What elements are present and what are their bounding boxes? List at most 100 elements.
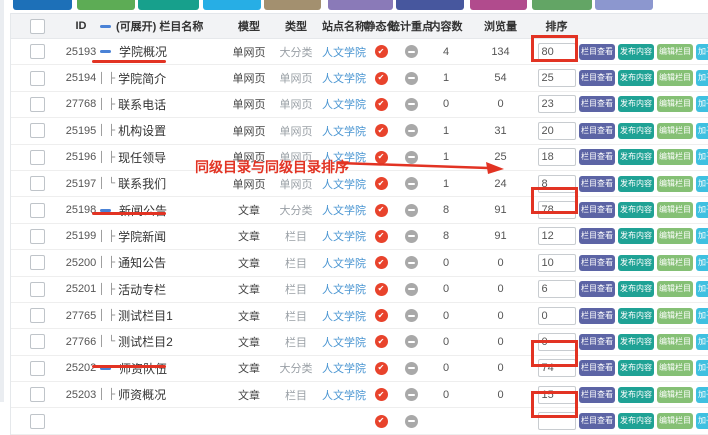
publish-content-button[interactable]: 发布内容 xyxy=(618,281,654,297)
view-column-button[interactable]: 栏目查看 xyxy=(579,334,615,350)
edit-column-button[interactable]: 编辑栏目 xyxy=(657,228,693,244)
row-checkbox[interactable] xyxy=(30,150,45,165)
publish-content-button[interactable]: 发布内容 xyxy=(618,360,654,376)
collapse-icon[interactable] xyxy=(100,367,111,370)
add-child-column-button[interactable]: 加子栏目 xyxy=(696,387,708,403)
row-checkbox[interactable] xyxy=(30,255,45,270)
sort-input[interactable] xyxy=(538,175,576,193)
view-column-button[interactable]: 栏目查看 xyxy=(579,149,615,165)
stat-focus-disabled-icon[interactable] xyxy=(405,98,418,111)
add-child-column-button[interactable]: 加子栏目 xyxy=(696,123,708,139)
row-checkbox[interactable] xyxy=(30,71,45,86)
row-site-link[interactable]: 人文学院 xyxy=(323,387,365,403)
edit-column-button[interactable]: 编辑栏目 xyxy=(657,281,693,297)
sort-input[interactable] xyxy=(538,412,576,430)
static-enabled-icon[interactable] xyxy=(375,415,388,428)
add-child-column-button[interactable]: 加子栏目 xyxy=(696,281,708,297)
stat-focus-disabled-icon[interactable] xyxy=(405,151,418,164)
view-column-button[interactable]: 栏目查看 xyxy=(579,202,615,218)
publish-content-button[interactable]: 发布内容 xyxy=(618,413,654,429)
row-site-link[interactable]: 人文学院 xyxy=(323,202,365,218)
view-column-button[interactable]: 栏目查看 xyxy=(579,413,615,429)
static-enabled-icon[interactable] xyxy=(375,98,388,111)
stat-focus-disabled-icon[interactable] xyxy=(405,256,418,269)
sort-input[interactable] xyxy=(538,254,576,272)
collapse-icon[interactable] xyxy=(100,209,111,212)
publish-content-button[interactable]: 发布内容 xyxy=(618,176,654,192)
static-enabled-icon[interactable] xyxy=(375,309,388,322)
row-site-link[interactable]: 人文学院 xyxy=(323,228,365,244)
edit-column-button[interactable]: 编辑栏目 xyxy=(657,334,693,350)
publish-content-button[interactable]: 发布内容 xyxy=(618,308,654,324)
edit-column-button[interactable]: 编辑栏目 xyxy=(657,96,693,112)
row-site-link[interactable]: 人文学院 xyxy=(323,123,365,139)
row-site-link[interactable]: 人文学院 xyxy=(323,96,365,112)
stat-focus-disabled-icon[interactable] xyxy=(405,45,418,58)
row-checkbox[interactable] xyxy=(30,361,45,376)
sort-input[interactable] xyxy=(538,95,576,113)
stat-focus-disabled-icon[interactable] xyxy=(405,124,418,137)
publish-content-button[interactable]: 发布内容 xyxy=(618,149,654,165)
add-child-column-button[interactable]: 加子栏目 xyxy=(696,228,708,244)
view-column-button[interactable]: 栏目查看 xyxy=(579,228,615,244)
sort-input[interactable] xyxy=(538,359,576,377)
add-child-column-button[interactable]: 加子栏目 xyxy=(696,70,708,86)
sort-input[interactable] xyxy=(538,333,576,351)
stat-focus-disabled-icon[interactable] xyxy=(405,335,418,348)
stat-focus-disabled-icon[interactable] xyxy=(405,177,418,190)
view-column-button[interactable]: 栏目查看 xyxy=(579,387,615,403)
sort-input[interactable] xyxy=(538,201,576,219)
publish-content-button[interactable]: 发布内容 xyxy=(618,228,654,244)
publish-content-button[interactable]: 发布内容 xyxy=(618,334,654,350)
sort-input[interactable] xyxy=(538,227,576,245)
view-column-button[interactable]: 栏目查看 xyxy=(579,255,615,271)
edit-column-button[interactable]: 编辑栏目 xyxy=(657,44,693,60)
edit-column-button[interactable]: 编辑栏目 xyxy=(657,70,693,86)
edit-column-button[interactable]: 编辑栏目 xyxy=(657,308,693,324)
add-child-column-button[interactable]: 加子栏目 xyxy=(696,308,708,324)
publish-content-button[interactable]: 发布内容 xyxy=(618,123,654,139)
edit-column-button[interactable]: 编辑栏目 xyxy=(657,149,693,165)
select-all-checkbox[interactable] xyxy=(30,19,45,34)
stat-focus-disabled-icon[interactable] xyxy=(405,362,418,375)
publish-content-button[interactable]: 发布内容 xyxy=(618,255,654,271)
row-site-link[interactable]: 人文学院 xyxy=(323,44,365,60)
edit-column-button[interactable]: 编辑栏目 xyxy=(657,255,693,271)
edit-column-button[interactable]: 编辑栏目 xyxy=(657,387,693,403)
add-child-column-button[interactable]: 加子栏目 xyxy=(696,96,708,112)
sort-input[interactable] xyxy=(538,386,576,404)
add-child-column-button[interactable]: 加子栏目 xyxy=(696,334,708,350)
publish-content-button[interactable]: 发布内容 xyxy=(618,202,654,218)
edit-column-button[interactable]: 编辑栏目 xyxy=(657,202,693,218)
toolbar-button-5[interactable] xyxy=(264,0,321,10)
row-checkbox[interactable] xyxy=(30,203,45,218)
static-enabled-icon[interactable] xyxy=(375,151,388,164)
view-column-button[interactable]: 栏目查看 xyxy=(579,281,615,297)
view-column-button[interactable]: 栏目查看 xyxy=(579,70,615,86)
row-checkbox[interactable] xyxy=(30,282,45,297)
edit-column-button[interactable]: 编辑栏目 xyxy=(657,176,693,192)
add-child-column-button[interactable]: 加子栏目 xyxy=(696,44,708,60)
static-enabled-icon[interactable] xyxy=(375,124,388,137)
collapse-icon[interactable] xyxy=(100,50,111,53)
row-checkbox[interactable] xyxy=(30,308,45,323)
row-site-link[interactable]: 人文学院 xyxy=(323,281,365,297)
static-enabled-icon[interactable] xyxy=(375,204,388,217)
toolbar-button-7[interactable] xyxy=(396,0,464,10)
sort-input[interactable] xyxy=(538,43,576,61)
toolbar-button-2[interactable] xyxy=(77,0,135,10)
sort-input[interactable] xyxy=(538,280,576,298)
stat-focus-disabled-icon[interactable] xyxy=(405,204,418,217)
edit-column-button[interactable]: 编辑栏目 xyxy=(657,413,693,429)
row-site-link[interactable]: 人文学院 xyxy=(323,70,365,86)
row-checkbox[interactable] xyxy=(30,229,45,244)
edit-column-button[interactable]: 编辑栏目 xyxy=(657,123,693,139)
static-enabled-icon[interactable] xyxy=(375,388,388,401)
toolbar-button-1[interactable] xyxy=(13,0,72,10)
add-child-column-button[interactable]: 加子栏目 xyxy=(696,149,708,165)
stat-focus-disabled-icon[interactable] xyxy=(405,415,418,428)
toolbar-button-8[interactable] xyxy=(470,0,527,10)
sort-input[interactable] xyxy=(538,69,576,87)
row-site-link[interactable]: 人文学院 xyxy=(323,308,365,324)
row-checkbox[interactable] xyxy=(30,97,45,112)
